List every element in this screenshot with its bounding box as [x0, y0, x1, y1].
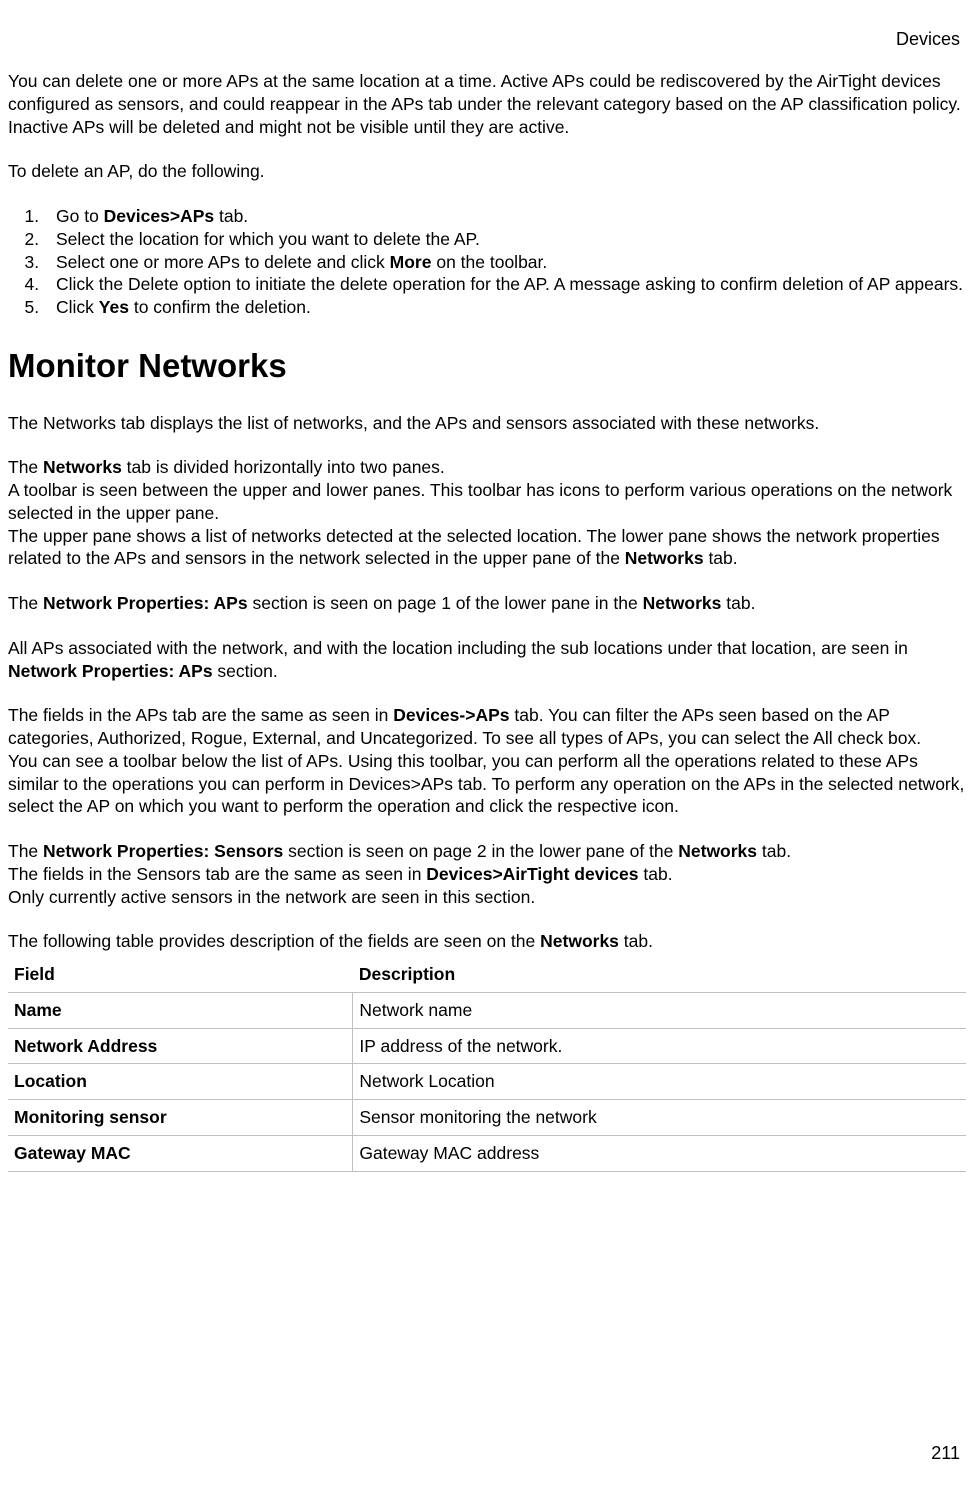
- body-para-10: The fields in the Sensors tab are the sa…: [8, 863, 966, 886]
- b7-pre: The fields in the APs tab are the same a…: [8, 705, 393, 725]
- step-4: Click the Delete option to initiate the …: [44, 273, 966, 296]
- page-content: You can delete one or more APs at the sa…: [8, 70, 966, 1172]
- body-para-2: The Networks tab is divided horizontally…: [8, 456, 966, 479]
- step-2: Select the location for which you want t…: [44, 228, 966, 251]
- b9-pre: The: [8, 841, 43, 861]
- delete-ap-steps: Go to Devices>APs tab. Select the locati…: [8, 205, 966, 319]
- table-cell-field: Gateway MAC: [8, 1135, 353, 1171]
- header-section-title: Devices: [896, 28, 960, 51]
- table-row: Monitoring sensor Sensor monitoring the …: [8, 1100, 966, 1136]
- step-3: Select one or more APs to delete and cli…: [44, 251, 966, 274]
- b2-post: tab is divided horizontally into two pan…: [122, 457, 445, 477]
- body-para-12: The following table provides description…: [8, 930, 966, 953]
- b10-pre: The fields in the Sensors tab are the sa…: [8, 864, 426, 884]
- step-3-post: on the toolbar.: [431, 252, 547, 272]
- b4-pre: The upper pane shows a list of networks …: [8, 526, 940, 569]
- b5-bold2: Networks: [643, 593, 722, 613]
- b10-bold: Devices>AirTight devices: [426, 864, 638, 884]
- b9-bold2: Networks: [678, 841, 757, 861]
- b4-bold: Networks: [625, 548, 704, 568]
- body-para-1: The Networks tab displays the list of ne…: [8, 412, 966, 435]
- b7-bold: Devices->APs: [393, 705, 509, 725]
- step-1: Go to Devices>APs tab.: [44, 205, 966, 228]
- table-header-row: Field Description: [8, 957, 966, 992]
- b2-bold: Networks: [43, 457, 122, 477]
- step-3-bold: More: [390, 252, 432, 272]
- table-row: Name Network name: [8, 992, 966, 1028]
- step-5-pre: Click: [56, 297, 99, 317]
- b6-bold: Network Properties: APs: [8, 661, 213, 681]
- intro-para-2: Inactive APs will be deleted and might n…: [8, 116, 966, 139]
- b9-bold1: Network Properties: Sensors: [43, 841, 283, 861]
- table-cell-field: Monitoring sensor: [8, 1100, 353, 1136]
- body-para-6: All APs associated with the network, and…: [8, 637, 966, 683]
- step-5-bold: Yes: [99, 297, 129, 317]
- intro-para-1: You can delete one or more APs at the sa…: [8, 70, 966, 116]
- table-header-field: Field: [8, 957, 353, 992]
- body-para-11: Only currently active sensors in the net…: [8, 886, 966, 909]
- table-cell-field: Location: [8, 1064, 353, 1100]
- step-5-post: to confirm the deletion.: [129, 297, 311, 317]
- b12-post: tab.: [619, 931, 653, 951]
- b12-pre: The following table provides description…: [8, 931, 540, 951]
- monitor-networks-heading: Monitor Networks: [8, 345, 966, 388]
- table-cell-description: IP address of the network.: [353, 1028, 966, 1064]
- b9-mid: section is seen on page 2 in the lower p…: [283, 841, 678, 861]
- b6-post: section.: [213, 661, 278, 681]
- step-3-pre: Select one or more APs to delete and cli…: [56, 252, 390, 272]
- body-para-3: A toolbar is seen between the upper and …: [8, 479, 966, 525]
- body-para-8: You can see a toolbar below the list of …: [8, 750, 966, 818]
- b5-pre: The: [8, 593, 43, 613]
- b9-post: tab.: [757, 841, 791, 861]
- body-para-7: The fields in the APs tab are the same a…: [8, 704, 966, 750]
- networks-fields-table: Field Description Name Network name Netw…: [8, 957, 966, 1172]
- body-para-4: The upper pane shows a list of networks …: [8, 525, 966, 571]
- step-1-post: tab.: [214, 206, 248, 226]
- table-cell-description: Gateway MAC address: [353, 1135, 966, 1171]
- table-cell-description: Network Location: [353, 1064, 966, 1100]
- b5-mid: section is seen on page 1 of the lower p…: [248, 593, 643, 613]
- table-cell-description: Sensor monitoring the network: [353, 1100, 966, 1136]
- step-1-pre: Go to: [56, 206, 104, 226]
- intro-para-3: To delete an AP, do the following.: [8, 160, 966, 183]
- table-row: Network Address IP address of the networ…: [8, 1028, 966, 1064]
- step-5: Click Yes to confirm the deletion.: [44, 296, 966, 319]
- body-para-5: The Network Properties: APs section is s…: [8, 592, 966, 615]
- table-cell-field: Name: [8, 992, 353, 1028]
- step-1-bold: Devices>APs: [104, 206, 214, 226]
- body-para-9: The Network Properties: Sensors section …: [8, 840, 966, 863]
- table-header-description: Description: [353, 957, 966, 992]
- page-number: 211: [931, 1442, 960, 1465]
- b5-bold1: Network Properties: APs: [43, 593, 248, 613]
- b5-post: tab.: [721, 593, 755, 613]
- table-row: Gateway MAC Gateway MAC address: [8, 1135, 966, 1171]
- b12-bold: Networks: [540, 931, 619, 951]
- b6-pre: All APs associated with the network, and…: [8, 638, 908, 658]
- b2-pre: The: [8, 457, 43, 477]
- table-cell-description: Network name: [353, 992, 966, 1028]
- table-cell-field: Network Address: [8, 1028, 353, 1064]
- b4-post: tab.: [704, 548, 738, 568]
- b10-post: tab.: [639, 864, 673, 884]
- table-row: Location Network Location: [8, 1064, 966, 1100]
